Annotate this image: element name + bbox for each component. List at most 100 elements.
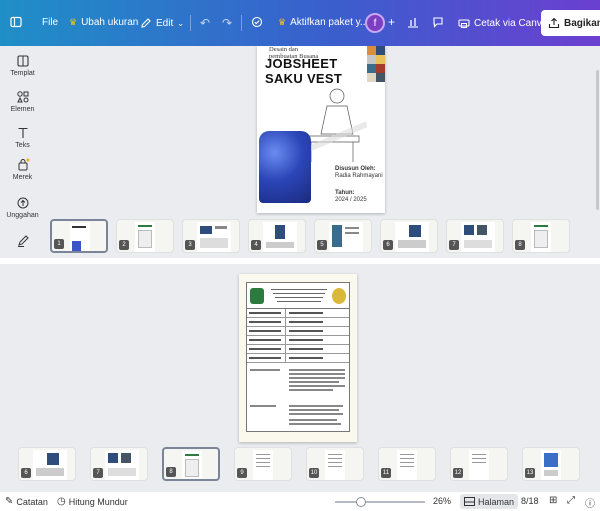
- sidebar-item-elements[interactable]: Elemen: [0, 90, 45, 113]
- design-page-jobsheet[interactable]: [239, 274, 357, 442]
- year-value: 2024 / 2025: [335, 197, 367, 203]
- notes-button[interactable]: ✎ Catatan: [5, 496, 48, 507]
- document-row: [247, 336, 349, 345]
- thumbnail-preview: [263, 222, 297, 252]
- template-icon: [16, 55, 29, 67]
- grid-view-icon[interactable]: ⊞: [549, 495, 557, 506]
- sidebar-item-brand[interactable]: Merek: [0, 158, 45, 181]
- sidebar-item-text[interactable]: Teks: [0, 126, 45, 149]
- document-row: [247, 327, 349, 336]
- sidebar-item-label: Merek: [12, 174, 33, 181]
- save-status-button[interactable]: [251, 16, 263, 28]
- left-sidebar: Templat Elemen Teks Merek Unggahan: [0, 46, 45, 266]
- page-number: 12: [453, 468, 463, 478]
- timer-icon: ◷: [57, 496, 66, 507]
- page-thumbnail[interactable]: 8: [512, 219, 570, 253]
- avatar[interactable]: f: [365, 13, 385, 33]
- notes-label: Catatan: [16, 496, 48, 507]
- page-number: 10: [309, 468, 319, 478]
- page-thumbnail[interactable]: 10: [306, 447, 364, 481]
- cover-year: Tahun: 2024 / 2025: [335, 190, 367, 204]
- thumbnail-preview: [325, 450, 345, 480]
- activate-plan-button[interactable]: ♛ Aktifkan paket y...: [278, 17, 368, 28]
- page-thumbnail[interactable]: 2: [116, 219, 174, 253]
- print-canva-button[interactable]: Cetak via Canva: [458, 17, 547, 29]
- page-number: 4: [251, 240, 261, 250]
- share-button[interactable]: Bagikan: [541, 10, 600, 36]
- sidebar-item-templates[interactable]: Templat: [0, 54, 45, 77]
- divider: [241, 15, 242, 31]
- page-thumbnail[interactable]: 4: [248, 219, 306, 253]
- redo-icon: ↷: [222, 16, 233, 30]
- draw-icon: [17, 235, 29, 247]
- fullscreen-icon[interactable]: ⤢: [567, 495, 575, 506]
- undo-button[interactable]: ↶: [200, 16, 210, 30]
- cover-title-line1: JOBSHEET: [265, 56, 338, 71]
- sidebar-item-draw[interactable]: [0, 234, 45, 250]
- crown-icon: ♛: [278, 17, 287, 27]
- page-thumbnail[interactable]: 5: [314, 219, 372, 253]
- page-filmstrip-bottom: 6 7 8 9 10 11 12 13: [18, 447, 600, 483]
- plus-icon: +: [388, 15, 396, 29]
- jobsheet-document: [246, 282, 350, 432]
- upload-share-icon: [548, 17, 560, 29]
- pencil-icon: [141, 18, 151, 28]
- page-thumbnail[interactable]: 7: [446, 219, 504, 253]
- page-thumbnail[interactable]: 6: [18, 447, 76, 481]
- redo-button[interactable]: ↷: [222, 16, 232, 30]
- page-thumbnail[interactable]: 12: [450, 447, 508, 481]
- help-icon[interactable]: ⓘ: [585, 495, 595, 510]
- comment-button[interactable]: [432, 16, 444, 28]
- sidebar-item-uploads[interactable]: Unggahan: [0, 196, 45, 219]
- toggle-sidebar-button[interactable]: [10, 16, 22, 28]
- document-row: [247, 309, 349, 318]
- page-thumbnail[interactable]: 6: [380, 219, 438, 253]
- chevron-down-icon: ⌄: [177, 18, 184, 28]
- page-thumbnail[interactable]: 3: [182, 219, 240, 253]
- year-label: Tahun:: [335, 190, 355, 196]
- edit-menu[interactable]: Edit ⌄: [140, 17, 184, 29]
- pages-button[interactable]: Halaman: [460, 494, 519, 509]
- thumbnail-preview: [461, 222, 495, 252]
- page-thumbnail[interactable]: 9: [234, 447, 292, 481]
- design-page-cover[interactable]: Desain dan pembuatan Busana JOBSHEET SAK…: [257, 46, 385, 213]
- thumbnail-preview: [105, 450, 139, 480]
- sidebar-item-label: Templat: [10, 70, 35, 77]
- zoom-percentage[interactable]: 26%: [433, 496, 451, 506]
- timer-button[interactable]: ◷ Hitung Mundur: [57, 496, 128, 507]
- edit-label: Edit: [156, 17, 174, 29]
- editor-canvas: Desain dan pembuatan Busana JOBSHEET SAK…: [45, 46, 600, 216]
- thumbnail-preview: [70, 223, 90, 251]
- upload-icon: [17, 197, 28, 209]
- page-thumbnail[interactable]: 7: [90, 447, 148, 481]
- page-thumbnail[interactable]: 11: [378, 447, 436, 481]
- page-counter: 8/18: [521, 496, 539, 506]
- page-thumbnail[interactable]: 1: [50, 219, 108, 253]
- elements-icon: [16, 91, 28, 103]
- decorative-tiles: [367, 46, 385, 82]
- sidebar-item-label: Elemen: [10, 106, 35, 113]
- undo-icon: ↶: [200, 16, 211, 30]
- zoom-slider[interactable]: [335, 501, 425, 503]
- file-menu[interactable]: File: [42, 17, 58, 28]
- divider: [190, 15, 191, 31]
- emblem-logo-icon: [332, 288, 346, 304]
- vertical-scrollbar[interactable]: [596, 70, 599, 210]
- sidebar-item-label: Teks: [15, 142, 30, 149]
- insights-button[interactable]: [407, 16, 419, 28]
- print-icon: [458, 19, 470, 28]
- page-number: 5: [317, 240, 327, 250]
- page-number: 1: [54, 239, 64, 249]
- zoom-slider-handle[interactable]: [356, 497, 366, 507]
- batik-shirt-image: [259, 131, 311, 203]
- page-thumbnail[interactable]: 8: [162, 447, 220, 481]
- page-number: 2: [119, 240, 129, 250]
- resize-button[interactable]: ♛ Ubah ukuran: [69, 17, 138, 28]
- thumbnail-preview: [197, 222, 231, 252]
- thumbnail-preview: [182, 451, 202, 479]
- sidebar-item-label: Unggahan: [6, 212, 39, 219]
- panel-icon: [10, 16, 22, 28]
- add-collaborator-button[interactable]: +: [388, 15, 395, 29]
- page-thumbnail[interactable]: 13: [522, 447, 580, 481]
- page-number: 7: [449, 240, 459, 250]
